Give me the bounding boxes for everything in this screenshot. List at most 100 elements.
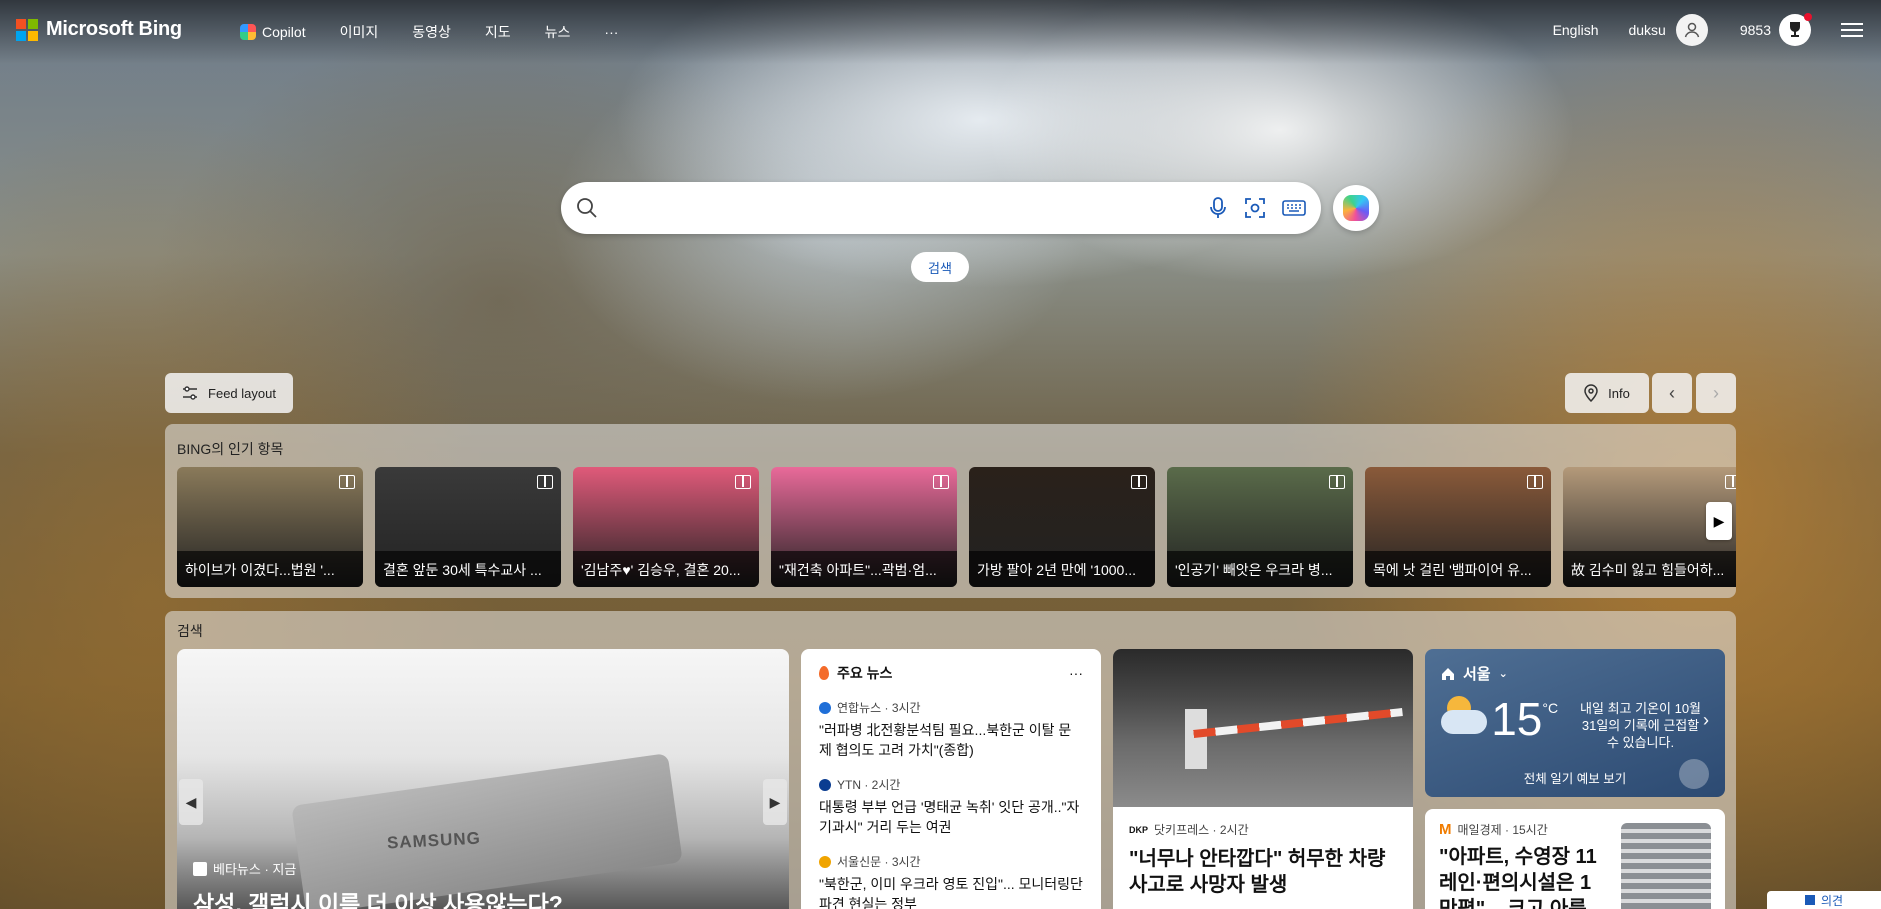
weather-city[interactable]: 서울 ⌄ <box>1441 663 1709 684</box>
microphone-icon[interactable] <box>1207 196 1229 220</box>
save-icon[interactable] <box>735 475 751 489</box>
brand-name: Microsoft Bing <box>46 18 182 40</box>
top-news-card: 주요 뉴스 ··· 연합뉴스 · 3시간 "러파병 北전황분석팀 필요...북한… <box>801 649 1101 909</box>
hero-source-label: 베타뉴스 · 지금 <box>213 862 297 877</box>
nav-copilot-label: Copilot <box>262 24 306 40</box>
rewards-points[interactable]: 9853 <box>1740 22 1771 38</box>
main-nav: Copilot 이미지 동영상 지도 뉴스 ··· <box>240 22 618 42</box>
save-icon[interactable] <box>339 475 355 489</box>
trending-cards: 하이브가 이겼다...법원 '... 결혼 앞둔 30세 특수교사 ... '김… <box>177 467 1736 587</box>
search-tools <box>1207 196 1307 220</box>
nav-more[interactable]: ··· <box>604 24 618 40</box>
prev-image-button[interactable]: ‹ <box>1652 373 1692 413</box>
trending-section: BING의 인기 항목 하이브가 이겼다...법원 '... 결혼 앞둔 30세… <box>165 424 1736 598</box>
card-caption: 가방 팔아 2년 만에 '1000... <box>969 551 1155 587</box>
search-icon <box>577 198 597 218</box>
feed-layout-button[interactable]: Feed layout <box>165 373 293 413</box>
hero-title[interactable]: 삼성, 갤럭시 이름 더 이상 사용않는다? <box>193 885 563 909</box>
card-caption: "재건축 아파트"...곽범·엄... <box>771 551 957 587</box>
caret-right-icon: ▶ <box>1713 512 1725 529</box>
save-icon[interactable] <box>537 475 553 489</box>
weather-note: 내일 최고 기온이 10월 31일의 기록에 근접할 수 있습니다. <box>1580 701 1702 750</box>
list-item[interactable]: 서울신문 · 3시간 "북한군, 이미 우크라 영토 진입"... 모니터링단 … <box>819 853 1083 909</box>
weather-main: 15 °C 내일 최고 기온이 10월 31일의 기록에 근접할 수 있습니다.… <box>1441 696 1709 751</box>
nav-maps[interactable]: 지도 <box>485 22 511 42</box>
list-item[interactable]: 연합뉴스 · 3시간 "러파병 北전황분석팀 필요...북한군 이탈 문제 협의… <box>819 699 1083 760</box>
hero-source: 베타뉴스 · 지금 <box>193 859 296 878</box>
search-input[interactable] <box>609 197 1207 219</box>
feed-title: 검색 <box>177 623 203 639</box>
nav-copilot[interactable]: Copilot <box>240 24 306 40</box>
car-source-label: 닷키프레스 · 2시간 <box>1154 823 1249 837</box>
keyboard-icon[interactable] <box>1281 198 1307 218</box>
flame-icon <box>819 666 829 680</box>
menu-hamburger-icon[interactable] <box>1841 19 1863 41</box>
chevron-right-icon: › <box>1713 382 1719 403</box>
language-link[interactable]: English <box>1553 22 1599 38</box>
trending-card[interactable]: '김남주♥' 김승우, 결혼 20... <box>573 467 759 587</box>
save-icon[interactable] <box>1527 475 1543 489</box>
trophy-icon <box>1790 22 1800 37</box>
search-button[interactable]: 검색 <box>911 252 969 282</box>
visual-search-icon[interactable] <box>1243 196 1267 220</box>
avatar[interactable] <box>1675 14 1708 46</box>
card-caption: 故 김수미 잃고 힘들어하... <box>1563 551 1736 587</box>
home-icon <box>1442 667 1454 680</box>
nav-news[interactable]: 뉴스 <box>545 22 571 42</box>
more-options-icon[interactable]: ··· <box>1069 665 1083 681</box>
hero-story[interactable]: SAMSUNG ◀ ▶ 베타뉴스 · 지금 삼성, 갤럭시 이름 더 이상 사용… <box>177 649 789 909</box>
bing-logo[interactable]: Microsoft Bing <box>16 18 182 41</box>
save-icon[interactable] <box>1725 475 1736 489</box>
rewards-button[interactable] <box>1779 13 1812 46</box>
trending-title: BING의 인기 항목 <box>177 441 284 457</box>
maeil-story-card[interactable]: M 매일경제 · 15시간 "아파트, 수영장 11 레인·편의시설은 1 만평"… <box>1425 809 1725 909</box>
hero-prev-button[interactable]: ◀ <box>179 779 203 825</box>
chevron-right-icon[interactable]: › <box>1703 710 1709 731</box>
next-image-button[interactable]: › <box>1696 373 1736 413</box>
nav-videos[interactable]: 동영상 <box>412 22 451 42</box>
user-icon <box>1684 22 1700 38</box>
microsoft-logo-icon <box>16 18 38 41</box>
trending-card[interactable]: 결혼 앞둔 30세 특수교사 ... <box>375 467 561 587</box>
feedback-button[interactable]: 의견 <box>1767 891 1881 909</box>
trending-card[interactable]: "재건축 아파트"...곽범·엄... <box>771 467 957 587</box>
car-story-source: DKP 닷키프레스 · 2시간 <box>1113 807 1413 838</box>
top-bar: Microsoft Bing Copilot 이미지 동영상 지도 뉴스 ···… <box>0 0 1881 64</box>
trending-card[interactable]: 하이브가 이겼다...법원 '... <box>177 467 363 587</box>
info-button[interactable]: Info <box>1565 373 1649 413</box>
search-bar <box>561 182 1321 234</box>
save-icon[interactable] <box>1131 475 1147 489</box>
location-pin-icon <box>1584 384 1598 402</box>
account-area: English duksu 9853 <box>1553 13 1863 46</box>
trending-card[interactable]: 목에 낫 걸린 '뱀파이어 유... <box>1365 467 1551 587</box>
feedback-icon <box>1804 895 1815 905</box>
user-name[interactable]: duksu <box>1628 22 1665 38</box>
weather-map-icon[interactable] <box>1679 759 1709 789</box>
list-item[interactable]: YTN · 2시간 대통령 부부 언급 '명태균 녹취' 잇단 공개.."자기과… <box>819 776 1083 837</box>
weather-card[interactable]: 서울 ⌄ 15 °C 내일 최고 기온이 10월 31일의 기록에 근접할 수 … <box>1425 649 1725 797</box>
trending-card[interactable]: 가방 팔아 2년 만에 '1000... <box>969 467 1155 587</box>
caret-left-icon: ◀ <box>185 793 197 810</box>
news-headline: "북한군, 이미 우크라 영토 진입"... 모니터링단 파견 현실는 정부 <box>819 876 1083 909</box>
publisher-icon <box>819 855 831 868</box>
chevron-left-icon: ‹ <box>1669 382 1675 403</box>
news-source: 서울신문 · 3시간 <box>837 855 921 869</box>
card-caption: 결혼 앞둔 30세 특수교사 ... <box>375 551 561 587</box>
trending-next-button[interactable]: ▶ <box>1706 502 1732 540</box>
publisher-icon <box>819 701 831 714</box>
maeil-source-label: 매일경제 · 15시간 <box>1457 823 1548 837</box>
top-news-title: 주요 뉴스 <box>837 665 893 681</box>
save-icon[interactable] <box>1329 475 1345 489</box>
save-icon[interactable] <box>933 475 949 489</box>
trending-card[interactable]: '인공기' 빼앗은 우크라 병... <box>1167 467 1353 587</box>
card-caption: '김남주♥' 김승우, 결혼 20... <box>573 551 759 587</box>
copilot-button[interactable] <box>1333 185 1379 231</box>
nav-images[interactable]: 이미지 <box>340 22 379 42</box>
card-caption: 목에 낫 걸린 '뱀파이어 유... <box>1365 551 1551 587</box>
hero-next-button[interactable]: ▶ <box>763 779 787 825</box>
copilot-icon <box>240 24 256 40</box>
car-story-card[interactable]: DKP 닷키프레스 · 2시간 "너무나 안타깝다" 허무한 차량 사고로 사망자… <box>1113 649 1413 909</box>
card-caption: '인공기' 빼앗은 우크라 병... <box>1167 551 1353 587</box>
feed-section: 검색 SAMSUNG ◀ ▶ 베타뉴스 · 지금 삼성, 갤럭시 이름 더 이상… <box>165 611 1736 909</box>
car-story-image <box>1113 649 1413 807</box>
